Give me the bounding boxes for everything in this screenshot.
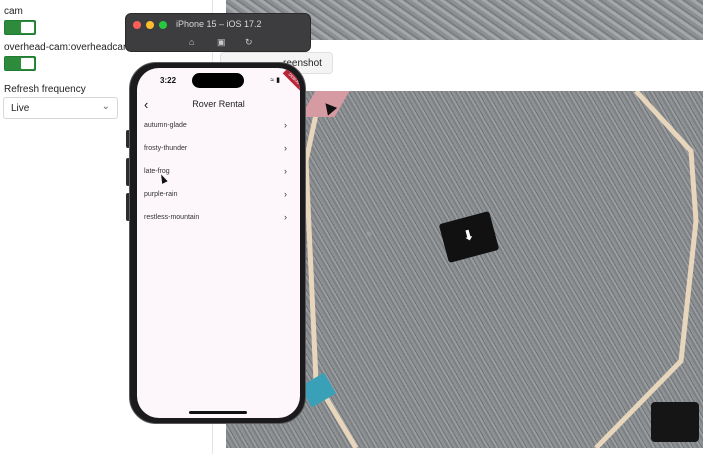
equipment bbox=[651, 402, 699, 442]
overhead-cam-toggle[interactable] bbox=[4, 56, 36, 71]
cam-label: cam bbox=[4, 6, 23, 17]
rover-name: restless-mountain bbox=[144, 214, 200, 221]
home-icon[interactable]: ⌂ bbox=[189, 37, 194, 47]
overhead-cam-label: overhead-cam:overheadcam bbox=[4, 42, 132, 53]
home-indicator[interactable] bbox=[189, 411, 247, 414]
dynamic-island bbox=[192, 73, 244, 88]
screenshot-icon[interactable]: ▣ bbox=[217, 37, 226, 48]
chevron-right-icon: › bbox=[284, 166, 287, 176]
minimize-window-button[interactable] bbox=[146, 21, 154, 29]
direction-arrow-icon: ⬇ bbox=[460, 225, 477, 245]
rotate-icon[interactable]: ↻ bbox=[245, 37, 253, 48]
chevron-right-icon: › bbox=[284, 189, 287, 199]
status-time: 3:22 bbox=[160, 76, 177, 85]
chevron-right-icon: › bbox=[284, 212, 287, 222]
chevron-down-icon: ⌄ bbox=[101, 101, 110, 112]
chevron-right-icon: › bbox=[284, 120, 287, 130]
app-title: Rover Rental bbox=[192, 99, 245, 109]
zoom-window-button[interactable] bbox=[159, 21, 167, 29]
rover-name: purple-rain bbox=[144, 191, 178, 198]
cam-toggle[interactable] bbox=[4, 20, 36, 35]
rover-list-item[interactable]: purple-rain › bbox=[137, 185, 300, 208]
refresh-frequency-select[interactable]: Live ⌄ bbox=[3, 97, 118, 119]
rover-list-item[interactable]: frosty-thunder › bbox=[137, 139, 300, 162]
refresh-frequency-value: Live bbox=[11, 103, 30, 114]
simulator-title: iPhone 15 – iOS 17.2 bbox=[176, 19, 262, 29]
rover-name: autumn-glade bbox=[144, 122, 187, 129]
refresh-frequency-label: Refresh frequency bbox=[4, 84, 86, 95]
wifi-battery-icon: ≈ ▮ bbox=[270, 77, 280, 84]
chevron-right-icon: › bbox=[284, 143, 287, 153]
phone-screen: 3:22 ≈ ▮ DEBUG ‹ Rover Rental autumn-gla… bbox=[137, 68, 300, 418]
rover-name: frosty-thunder bbox=[144, 145, 188, 152]
close-window-button[interactable] bbox=[133, 21, 141, 29]
simulator-titlebar[interactable]: iPhone 15 – iOS 17.2 ⌂ ▣ ↻ bbox=[125, 13, 311, 52]
rover-name: late-frog bbox=[144, 168, 170, 175]
rover-list-item[interactable]: autumn-glade › bbox=[137, 116, 300, 139]
rover-list-item[interactable]: restless-mountain › bbox=[137, 208, 300, 231]
